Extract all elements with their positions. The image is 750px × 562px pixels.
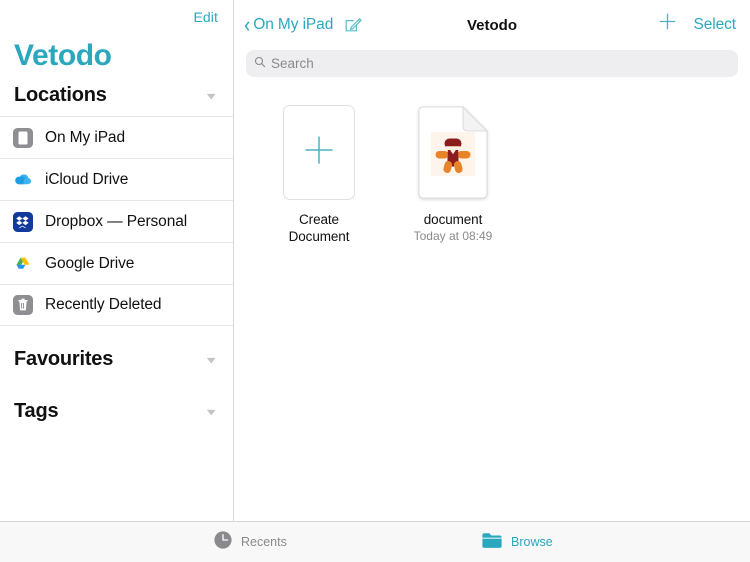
sidebar-item-label: Google Drive <box>45 254 135 272</box>
nav-right-group: Select <box>657 13 736 37</box>
dropbox-icon <box>12 211 34 233</box>
sidebar-locations-list: On My iPad iCloud Drive Dropbox — Person… <box>0 116 233 326</box>
chevron-left-icon: ‹ <box>244 12 251 38</box>
tab-bar: Recents Browse <box>0 521 750 562</box>
icloud-drive-icon <box>12 169 34 191</box>
select-button[interactable]: Select <box>694 16 737 34</box>
create-document-label: Create Document <box>289 211 350 245</box>
sidebar-item-google-drive[interactable]: Google Drive <box>0 242 233 284</box>
search-area: Search <box>234 50 750 77</box>
ipad-device-icon <box>12 127 34 149</box>
google-drive-icon <box>12 253 34 275</box>
app-title: Vetodo <box>14 39 112 72</box>
tab-label-browse: Browse <box>511 535 553 549</box>
section-title-locations: Locations <box>14 83 107 106</box>
content-pane: ‹ On My iPad Vetodo Select Search Create… <box>234 0 750 521</box>
tab-label-recents: Recents <box>241 535 287 549</box>
sidebar-section-favourites[interactable]: Favourites ▾ <box>0 338 233 380</box>
chevron-down-icon[interactable]: ▾ <box>207 405 216 416</box>
tab-browse[interactable]: Browse <box>481 531 553 554</box>
trash-icon <box>12 294 34 316</box>
sidebar-edit-button[interactable]: Edit <box>193 9 218 25</box>
sidebar: Edit Vetodo Locations ▾ On My iPad iClou… <box>0 0 234 521</box>
sidebar-item-label: Recently Deleted <box>45 296 162 313</box>
sidebar-section-tags[interactable]: Tags ▾ <box>0 390 233 432</box>
file-tile-document[interactable]: document Today at 08:49 <box>392 105 514 245</box>
search-input[interactable]: Search <box>246 50 738 77</box>
section-title-favourites: Favourites <box>14 347 114 370</box>
back-button[interactable]: ‹ On My iPad <box>244 12 334 38</box>
compose-icon[interactable] <box>343 15 363 35</box>
sidebar-item-label: On My iPad <box>45 128 125 146</box>
sidebar-item-label: iCloud Drive <box>45 170 129 188</box>
chevron-down-icon[interactable]: ▾ <box>207 89 216 100</box>
document-file-icon[interactable] <box>417 105 489 200</box>
sidebar-item-on-my-ipad[interactable]: On My iPad <box>0 116 233 158</box>
app-body: Edit Vetodo Locations ▾ On My iPad iClou… <box>0 0 750 521</box>
create-document-tile[interactable]: Create Document <box>258 105 380 245</box>
sidebar-item-dropbox-personal[interactable]: Dropbox — Personal <box>0 200 233 242</box>
create-document-label-line2: Document <box>288 229 350 244</box>
chevron-down-icon[interactable]: ▾ <box>207 353 216 364</box>
sidebar-section-locations[interactable]: Locations ▾ <box>0 74 233 116</box>
file-timestamp-label: Today at 08:49 <box>413 229 493 243</box>
back-button-label: On My iPad <box>253 16 334 33</box>
plus-icon[interactable] <box>657 11 678 37</box>
sidebar-item-icloud-drive[interactable]: iCloud Drive <box>0 158 233 200</box>
tab-recents[interactable]: Recents <box>213 530 287 555</box>
folder-icon <box>481 531 503 554</box>
navigation-bar: ‹ On My iPad Vetodo Select <box>234 0 750 50</box>
files-app-window: Edit Vetodo Locations ▾ On My iPad iClou… <box>0 0 750 562</box>
sidebar-edit-row: Edit <box>0 0 233 34</box>
sidebar-item-recently-deleted[interactable]: Recently Deleted <box>0 284 233 326</box>
nav-left-group: ‹ On My iPad <box>244 12 363 38</box>
clock-icon <box>213 530 233 555</box>
search-placeholder: Search <box>271 56 314 71</box>
create-document-label-line1: Create <box>299 212 339 227</box>
sidebar-item-label: Dropbox — Personal <box>45 212 188 230</box>
plus-icon <box>301 132 337 173</box>
file-name-label: document <box>423 212 483 227</box>
file-grid: Create Document document Today at 08:49 <box>234 77 750 521</box>
create-document-card[interactable] <box>283 105 355 200</box>
section-title-tags: Tags <box>14 399 59 422</box>
search-icon <box>254 55 266 73</box>
